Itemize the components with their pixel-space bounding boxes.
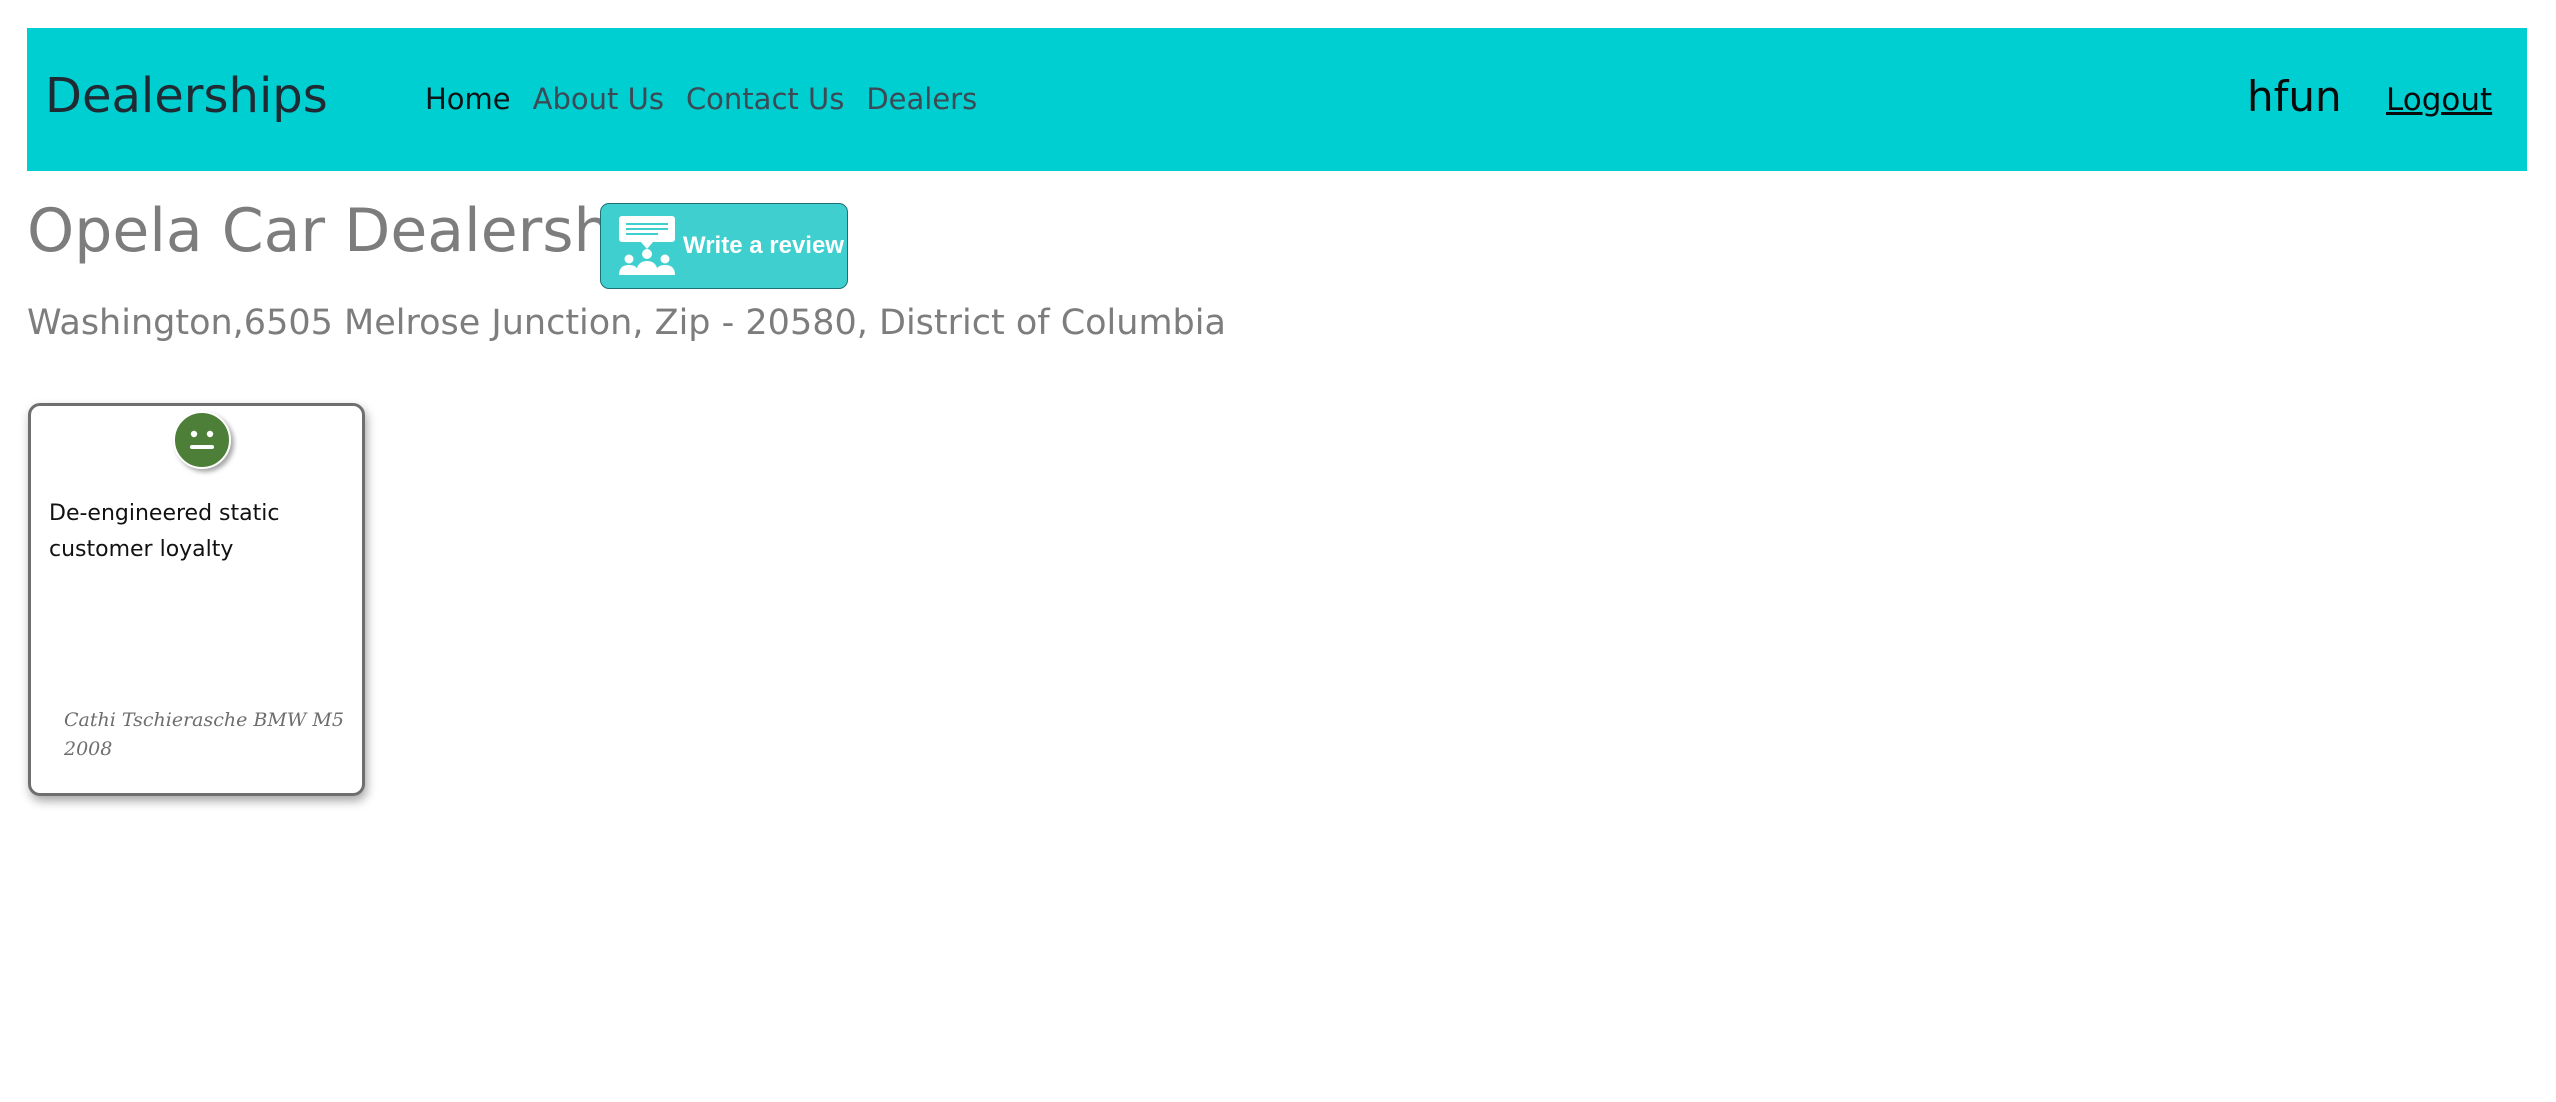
- nav-link-contact-us[interactable]: Contact Us: [686, 82, 844, 116]
- username-label: hfun: [2247, 72, 2342, 121]
- nav-link-about-us[interactable]: About Us: [533, 82, 664, 116]
- nav-link-home[interactable]: Home: [425, 82, 511, 116]
- review-text: De-engineered static customer loyalty: [49, 501, 280, 562]
- write-review-label: Write a review: [683, 232, 844, 259]
- review-footer: Cathi Tschierasche BMW M5 2008: [64, 709, 344, 760]
- dealer-address: Washington,6505 Melrose Junction, Zip - …: [27, 303, 1226, 343]
- happy-face-icon: [173, 411, 231, 469]
- review-card: De-engineered static customer loyalty Ca…: [28, 403, 365, 796]
- logout-link[interactable]: Logout: [2386, 82, 2492, 118]
- nav-link-dealers[interactable]: Dealers: [866, 82, 977, 116]
- dealer-name: Opela Car Dealership: [27, 196, 667, 266]
- brand-title[interactable]: Dealerships: [45, 68, 328, 124]
- navbar: Dealerships Home About Us Contact Us Dea…: [27, 28, 2527, 171]
- people-chat-icon: [619, 216, 675, 275]
- write-review-button[interactable]: Write a review: [600, 203, 848, 289]
- nav-links: Home About Us Contact Us Dealers: [425, 82, 977, 116]
